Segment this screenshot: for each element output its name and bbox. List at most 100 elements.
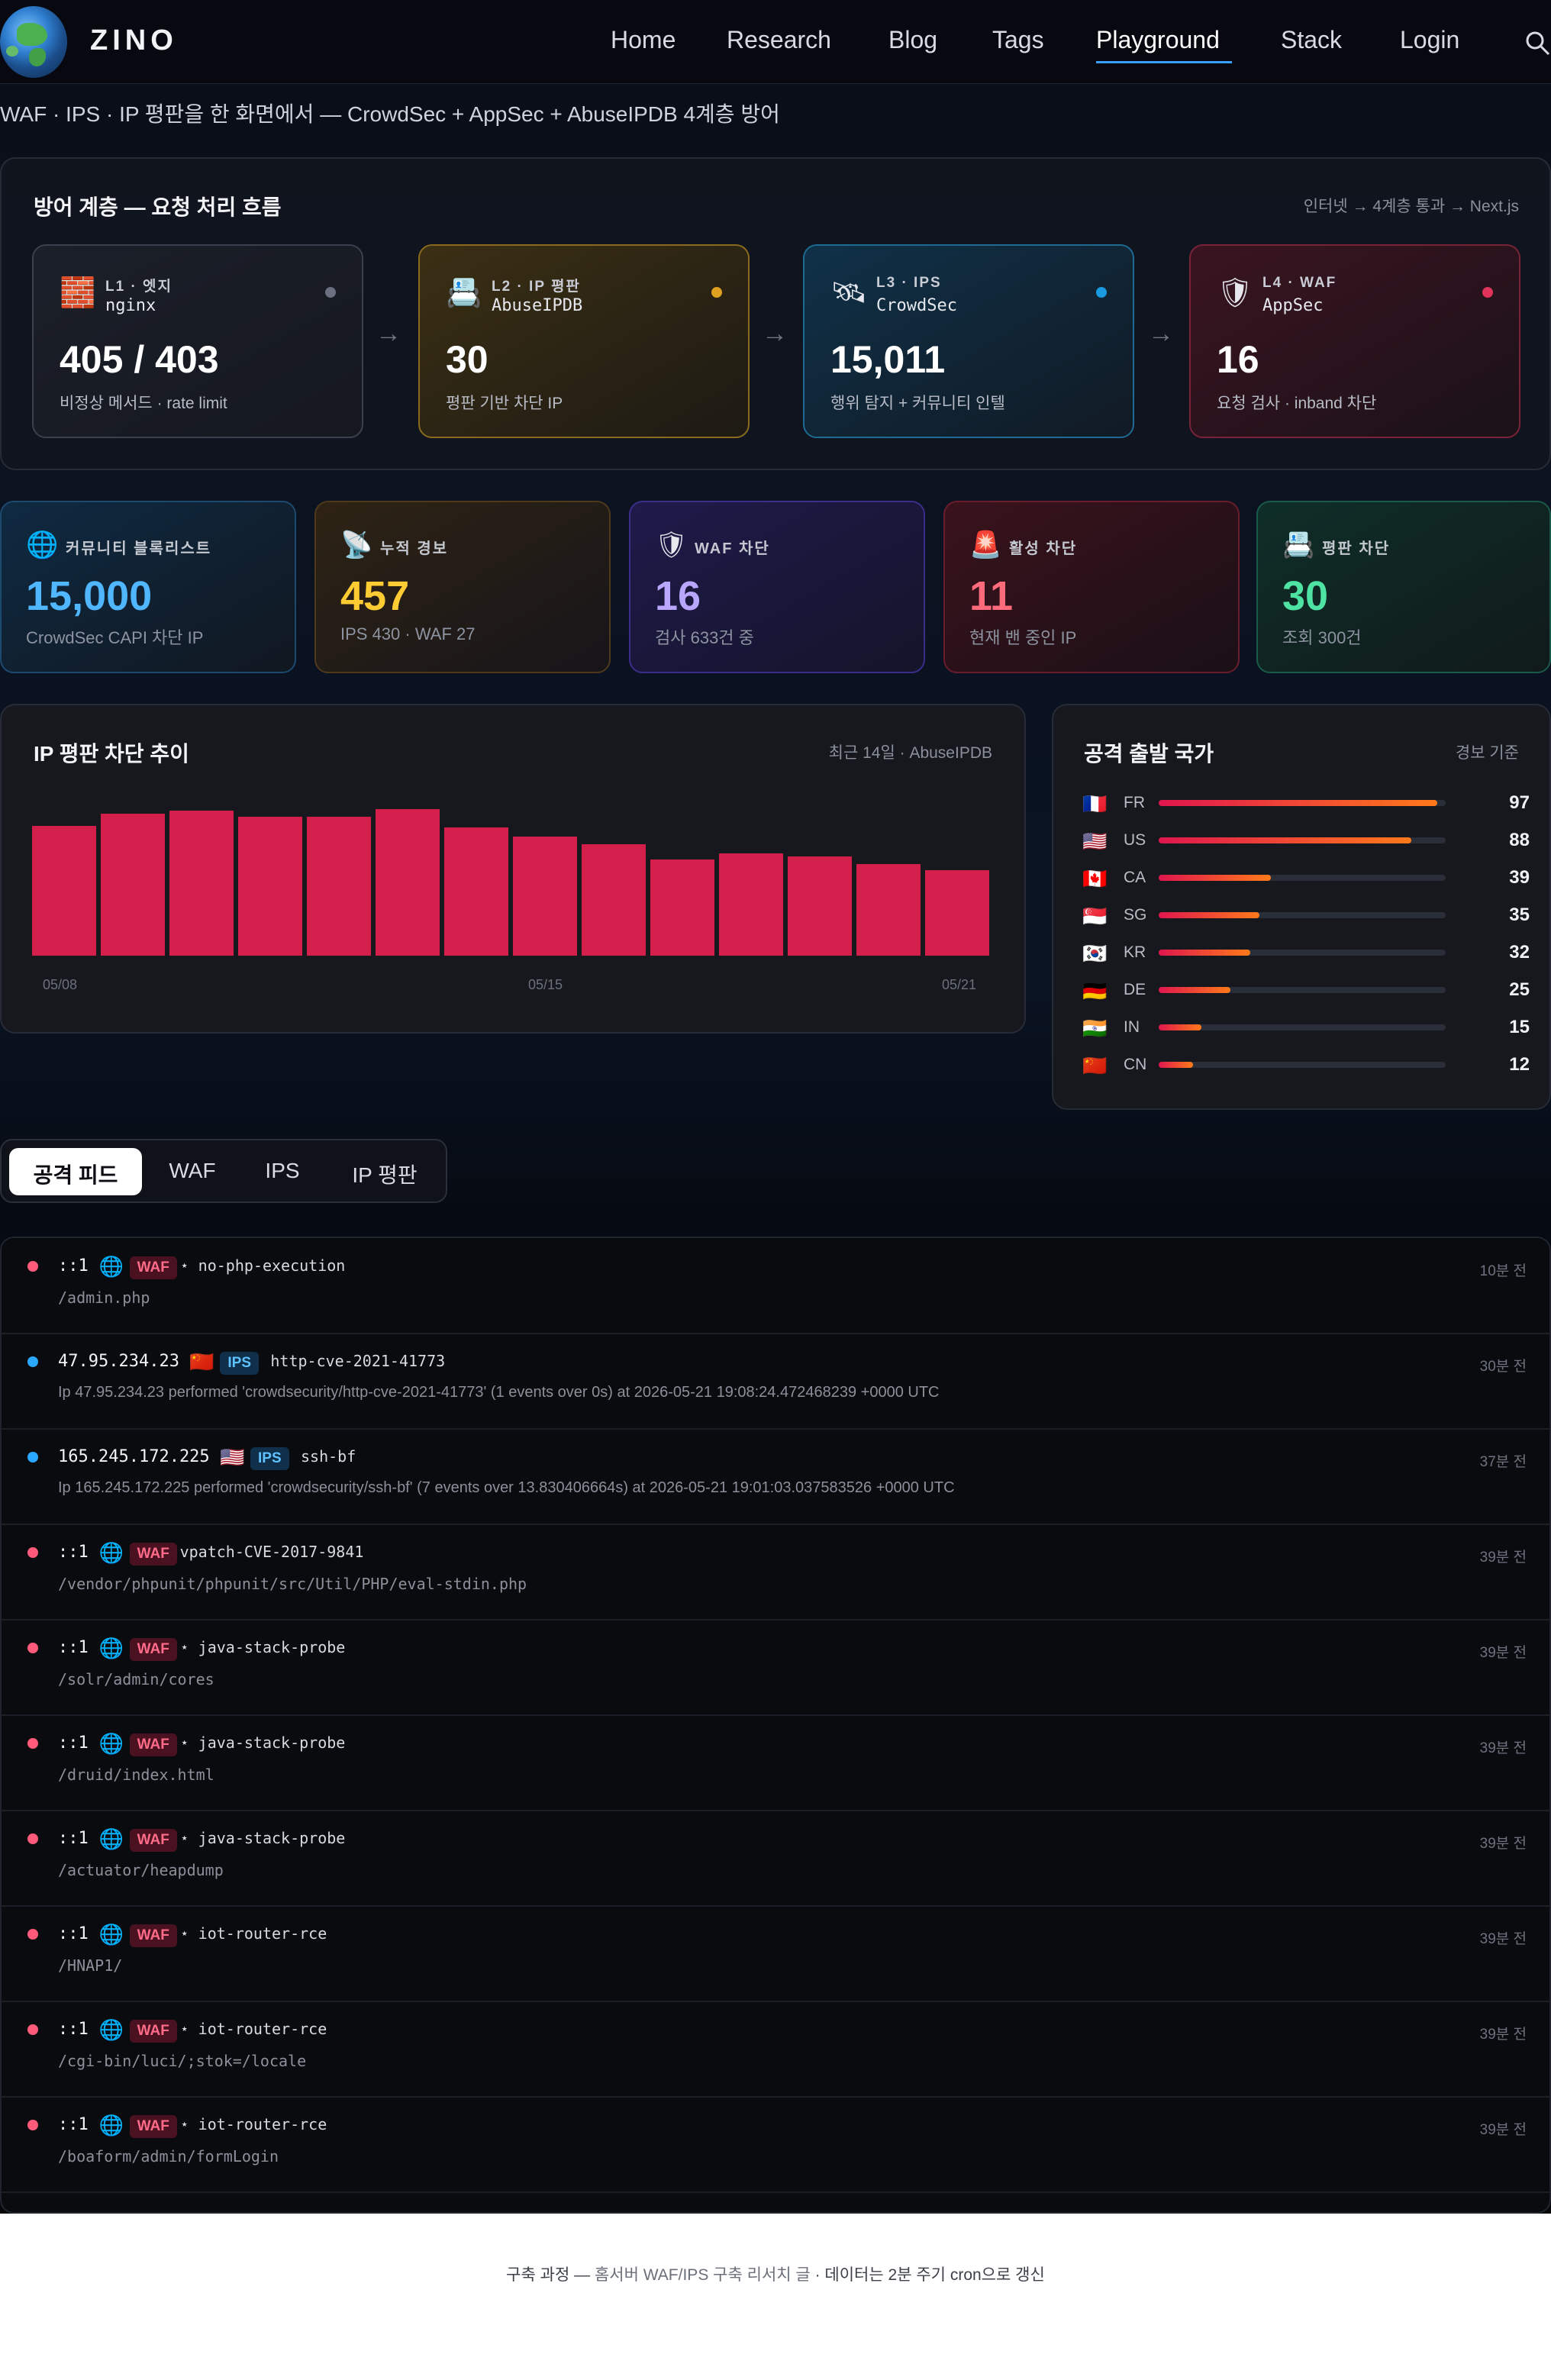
layer-card-l3[interactable]: 🛰 L3 · IPS CrowdSec 15,011 행위 탐지 + 커뮤니티 … — [803, 244, 1134, 438]
flag-icon: 🇨🇳 — [189, 1350, 214, 1373]
country-bar-track — [1159, 950, 1446, 956]
brand-name[interactable]: ZINO — [90, 24, 178, 57]
nav-stack[interactable]: Stack — [1281, 26, 1342, 54]
tab-waf[interactable]: WAF — [151, 1148, 234, 1195]
country-code: FR — [1124, 794, 1145, 811]
rule-name: http-cve-2021-41773 — [270, 1352, 446, 1370]
stat-desc: CrowdSec CAPI 차단 IP — [26, 628, 204, 647]
event-detail: Ip 165.245.172.225 performed 'crowdsecur… — [58, 1479, 955, 1496]
chart-bar[interactable] — [444, 827, 508, 956]
navbar: ZINO Home Research Blog Tags Playground … — [0, 0, 1551, 84]
feed-row[interactable]: ::1 🌐 WAF ⋆ iot-router-rce/boaform/admin/fo… — [2, 2097, 1549, 2193]
footer-research-link[interactable]: 홈서버 WAF/IPS 구축 리서치 글 — [595, 2266, 811, 2284]
rule-name: ⋆ no-php-execution — [179, 1256, 346, 1275]
status-dot — [711, 287, 722, 298]
source-ip[interactable]: ::1 — [58, 2115, 89, 2134]
type-badge: WAF — [129, 1256, 177, 1279]
chart-bar[interactable] — [856, 864, 921, 956]
chart-bar[interactable] — [582, 844, 646, 956]
chart-bar[interactable] — [513, 837, 577, 956]
rule-name: ⋆ java-stack-probe — [179, 1638, 346, 1656]
feed-row[interactable]: ::1 🌐 WAF ⋆ iot-router-rce/cgi-bin/luci/;st… — [2, 2001, 1549, 2098]
country-count: 39 — [1509, 867, 1530, 888]
source-ip[interactable]: ::1 — [58, 1829, 89, 1848]
feed-row[interactable]: ::1 🌐 WAF ⋆ java-stack-probe/solr/admin/cor… — [2, 1620, 1549, 1716]
chart-note: 최근 14일 · AbuseIPDB — [828, 744, 992, 762]
source-ip[interactable]: ::1 — [58, 1256, 89, 1275]
chart-bar[interactable] — [307, 817, 371, 956]
source-ip[interactable]: 165.245.172.225 — [58, 1447, 210, 1466]
nav-playground[interactable]: Playground — [1096, 26, 1220, 54]
layer-desc: 평판 기반 차단 IP — [446, 395, 563, 412]
source-ip[interactable]: ::1 — [58, 1543, 89, 1562]
chart-bar[interactable] — [925, 870, 989, 956]
flag-icon: 🇺🇸 — [1082, 830, 1108, 853]
feed-row[interactable]: ::1 🌐 WAF vpatch-CVE-2017-9841/vendor/phpun… — [2, 1524, 1549, 1621]
source-ip[interactable]: ::1 — [58, 1733, 89, 1753]
stat-card-community-blocklist[interactable]: 🌐 커뮤니티 블록리스트 15,000 CrowdSec CAPI 차단 IP — [0, 501, 296, 673]
chart-bar[interactable] — [650, 859, 714, 956]
feed-row[interactable]: ::1 🌐 WAF ⋆ java-stack-probe/druid/index.ht… — [2, 1715, 1549, 1811]
chart-bar[interactable] — [788, 856, 852, 956]
chart-bar[interactable] — [719, 853, 783, 956]
source-ip[interactable]: ::1 — [58, 1638, 89, 1657]
tab-ip-reputation[interactable]: IP 평판 — [331, 1148, 438, 1195]
chart-bar[interactable] — [101, 814, 165, 956]
chart-bar[interactable] — [169, 811, 234, 956]
shield-icon: 🛡 — [1217, 277, 1254, 309]
country-count: 25 — [1509, 979, 1530, 1000]
stat-card-total-alerts[interactable]: 📡 누적 경보 457 IPS 430 · WAF 27 — [314, 501, 611, 673]
stat-label: 커뮤니티 블록리스트 — [66, 540, 212, 557]
satellite-dish-icon: 📡 — [340, 531, 373, 560]
event-detail: /HNAP1/ — [58, 1956, 123, 1975]
chart-bar[interactable] — [238, 817, 302, 956]
source-ip[interactable]: ::1 — [58, 1924, 89, 1943]
layer-desc: 요청 검사 · inband 차단 — [1217, 395, 1377, 412]
stat-desc: 검사 633건 중 — [655, 628, 754, 647]
logo-globe-icon[interactable] — [0, 6, 67, 78]
chart-bar[interactable] — [32, 826, 96, 956]
country-bar-fill — [1159, 912, 1259, 918]
stat-card-active-bans[interactable]: 🚨 활성 차단 11 현재 밴 중인 IP — [943, 501, 1240, 673]
feed-row[interactable]: ::1 🌐 WAF ⋆ java-stack-probe/actuator/heapd… — [2, 1811, 1549, 1907]
globe-icon: 🌐 — [26, 531, 59, 560]
nav-research[interactable]: Research — [727, 26, 831, 54]
search-icon[interactable] — [1524, 29, 1551, 56]
tab-attack-feed[interactable]: 공격 피드 — [9, 1148, 142, 1195]
event-time: 39분 전 — [1479, 2027, 1527, 2043]
feed-row[interactable]: 47.95.234.23 🇨🇳 IPS http-cve-2021-41773 Ip 4… — [2, 1334, 1549, 1430]
event-detail: /solr/admin/cores — [58, 1670, 214, 1688]
country-row: 🇨🇦 CA 39 — [1082, 863, 1530, 893]
layer-card-l4[interactable]: 🛡 L4 · WAF AppSec 16 요청 검사 · inband 차단 — [1189, 244, 1520, 438]
severity-dot — [27, 1738, 38, 1749]
page-subtitle: WAF · IPS · IP 평판을 한 화면에서 — CrowdSec + A… — [0, 102, 780, 126]
stat-value: 457 — [340, 573, 410, 619]
type-badge: WAF — [129, 2115, 177, 2138]
flag-icon: 🇰🇷 — [1082, 942, 1108, 965]
rule-name: ⋆ java-stack-probe — [179, 1829, 346, 1847]
tab-ips[interactable]: IPS — [243, 1148, 322, 1195]
nav-tags[interactable]: Tags — [992, 26, 1044, 54]
source-ip[interactable]: ::1 — [58, 2020, 89, 2039]
nav-blog[interactable]: Blog — [888, 26, 937, 54]
type-badge: WAF — [129, 1543, 177, 1566]
layer-card-l1[interactable]: 🧱 L1 · 엣지 nginx 405 / 403 비정상 메서드 · rate… — [32, 244, 363, 438]
layer-card-l2[interactable]: 📇 L2 · IP 평판 AbuseIPDB 30 평판 기반 차단 IP — [418, 244, 750, 438]
stat-card-waf-blocks[interactable]: 🛡 WAF 차단 16 검사 633건 중 — [629, 501, 925, 673]
globe-icon: 🌐 — [98, 1637, 124, 1659]
source-ip[interactable]: 47.95.234.23 — [58, 1352, 179, 1371]
stat-card-reputation-blocks[interactable]: 📇 평판 차단 30 조회 300건 — [1256, 501, 1551, 673]
x-tick-label: 05/15 — [528, 977, 563, 992]
feed-row[interactable]: 165.245.172.225 🇺🇸 IPS ssh-bf Ip 165.245.172… — [2, 1429, 1549, 1525]
type-badge: IPS — [250, 1447, 289, 1470]
chart-bar[interactable] — [376, 809, 440, 956]
stat-label: 누적 경보 — [380, 540, 449, 557]
event-time: 37분 전 — [1479, 1454, 1527, 1470]
severity-dot — [27, 1452, 38, 1463]
nav-home[interactable]: Home — [611, 26, 676, 54]
feed-row[interactable]: ::1 🌐 WAF ⋆ iot-router-rce/HNAP1/39분 전 — [2, 1906, 1549, 2002]
event-detail: /cgi-bin/luci/;stok=/locale — [58, 2052, 307, 2070]
nav-login[interactable]: Login — [1400, 26, 1459, 54]
flow-title: 방어 계층 — 요청 처리 흐름 — [34, 195, 282, 219]
feed-row[interactable]: ::1 🌐 WAF ⋆ no-php-execution/admin.php 10분 전 — [2, 1238, 1549, 1334]
